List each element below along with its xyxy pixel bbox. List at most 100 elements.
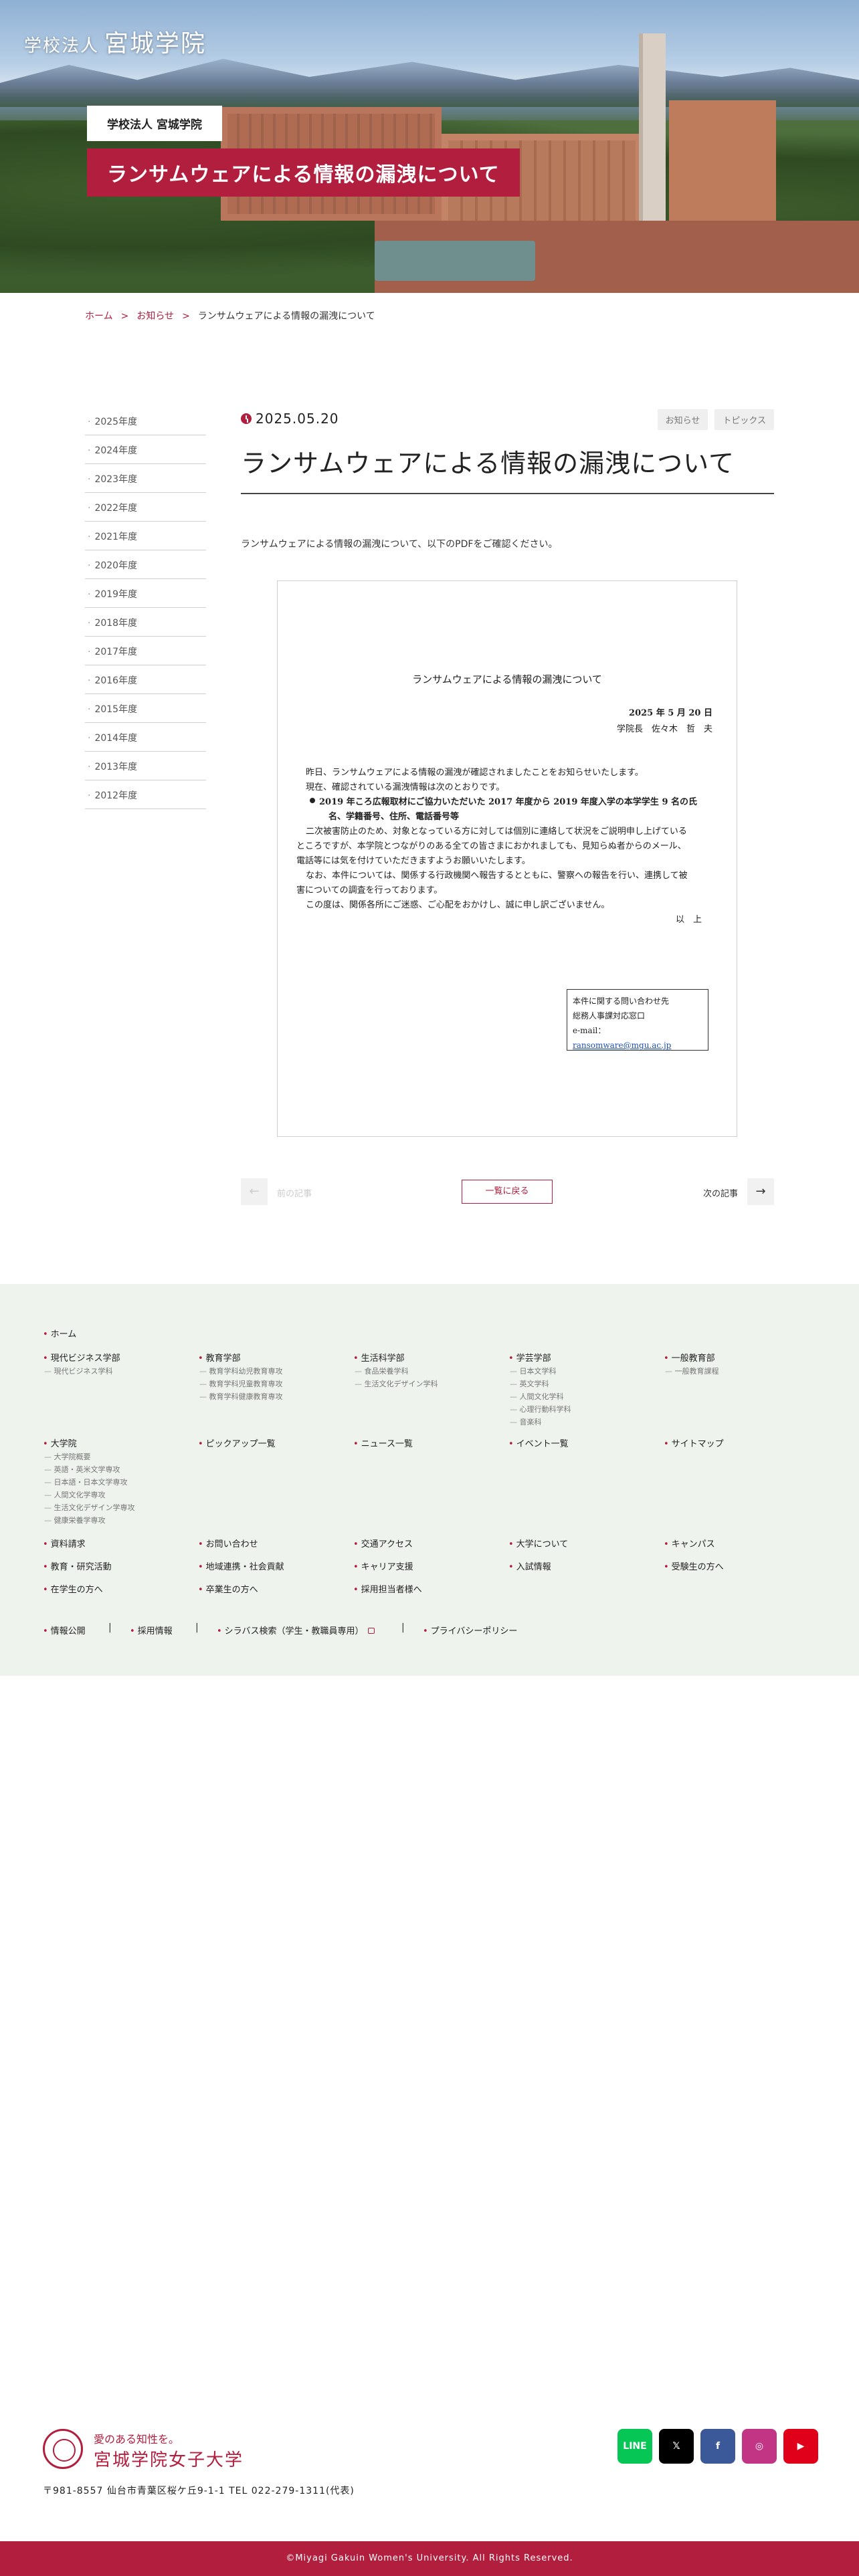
footer-link-liberal-arts[interactable]: 学芸学部 <box>508 1351 551 1364</box>
footer-link[interactable]: 大学について <box>508 1537 569 1549</box>
footer-sublink[interactable]: 大学院概要 <box>44 1451 91 1462</box>
document-paragraph: 現在、確認されている漏洩情報は次のとおりです。 <box>306 782 505 792</box>
footer-link[interactable]: 地域連携・社会貢献 <box>198 1560 284 1572</box>
footer-sublink[interactable]: 日本語・日本文学専攻 <box>44 1477 128 1487</box>
sidebar-year-item[interactable]: · 2018年度 <box>85 608 206 637</box>
footer-link-privacy[interactable]: プライバシーポリシー <box>423 1624 518 1636</box>
footer-link[interactable]: 入試情報 <box>508 1560 551 1572</box>
footer-link[interactable]: キャリア支援 <box>353 1560 413 1572</box>
document-paragraph: 電話等には気を付けていただきますようお願いいたします。 <box>296 856 531 866</box>
sidebar-year-label: 2020年度 <box>94 560 138 571</box>
footer-link-events[interactable]: イベント一覧 <box>508 1436 569 1449</box>
footer-link-syllabus-label: シラバス検索（学生・教職員専用） <box>224 1626 364 1636</box>
site-logo[interactable]: 学校法人 宮城学院 <box>24 24 206 59</box>
next-arrow-icon[interactable]: → <box>747 1178 774 1205</box>
sidebar-year-label: 2022年度 <box>94 503 138 514</box>
footer-link-life-science[interactable]: 生活科学部 <box>353 1351 405 1364</box>
footer-sublink[interactable]: 一般教育課程 <box>665 1366 719 1376</box>
footer-sublink[interactable]: 教育学科健康教育専攻 <box>199 1391 283 1402</box>
sidebar-year-label: 2014年度 <box>94 733 138 744</box>
footer-sublink[interactable]: 食品栄養学科 <box>355 1366 409 1376</box>
footer-link[interactable]: 資料請求 <box>43 1537 86 1549</box>
footer-link[interactable]: 交通アクセス <box>353 1537 413 1549</box>
sidebar-year-item[interactable]: · 2019年度 <box>85 579 206 608</box>
footer-link-general-ed[interactable]: 一般教育部 <box>664 1351 715 1364</box>
article-meta: 2025.05.20 お知らせ トピックス <box>241 407 774 433</box>
instagram-icon[interactable]: ◎ <box>742 2429 777 2464</box>
sidebar-year-item[interactable]: · 2013年度 <box>85 752 206 780</box>
footer-sublink[interactable]: 音楽科 <box>510 1416 542 1427</box>
footer-sublink[interactable]: 英文学科 <box>510 1378 549 1389</box>
footer-sublink[interactable]: 教育学科児童教育専攻 <box>199 1378 283 1389</box>
contact-email-link[interactable]: ransomware@mgu.ac.jp <box>573 1041 671 1050</box>
footer-link-business[interactable]: 現代ビジネス学部 <box>43 1351 120 1364</box>
footer-link[interactable]: 卒業生の方へ <box>198 1582 258 1595</box>
prev-arrow-icon[interactable]: ← <box>241 1178 268 1205</box>
footer-link-syllabus[interactable]: シラバス検索（学生・教職員専用） <box>217 1624 375 1636</box>
pdf-document-viewer[interactable]: ランサムウェアによる情報の漏洩について 2025 年 5 月 20 日 学院長 … <box>277 580 737 1137</box>
sidebar-year-item[interactable]: · 2014年度 <box>85 723 206 752</box>
youtube-icon[interactable]: ▶ <box>783 2429 818 2464</box>
footer-link-sitemap[interactable]: サイトマップ <box>664 1436 724 1449</box>
hero-building <box>669 100 776 234</box>
footer-sublink[interactable]: 英語・英米文学専攻 <box>44 1464 120 1475</box>
hero-tower <box>639 33 666 227</box>
breadcrumb-news[interactable]: お知らせ <box>136 311 174 322</box>
footer-sublink[interactable]: 健康栄養学専攻 <box>44 1515 106 1525</box>
footer-link-home[interactable]: ホーム <box>43 1327 77 1339</box>
footer-sublink[interactable]: 人間文化学専攻 <box>44 1489 106 1500</box>
footer-link-graduate[interactable]: 大学院 <box>43 1436 77 1449</box>
document-date: 2025 年 5 月 20 日 <box>629 708 712 718</box>
sidebar-year-label: 2019年度 <box>94 589 138 600</box>
contact-line: 本件に関する問い合わせ先 <box>573 996 670 1006</box>
footer-sublink[interactable]: 現代ビジネス学科 <box>44 1366 113 1376</box>
sidebar-year-item[interactable]: · 2016年度 <box>85 665 206 694</box>
footer-link-education[interactable]: 教育学部 <box>198 1351 241 1364</box>
footer-link-disclosure[interactable]: 情報公開 <box>43 1624 86 1636</box>
footer-sublink[interactable]: 人間文化学科 <box>510 1391 564 1402</box>
back-to-list-button[interactable]: 一覧に戻る <box>462 1180 553 1204</box>
footer-link-pickup[interactable]: ピックアップ一覧 <box>198 1436 276 1449</box>
sidebar-year-item[interactable]: · 2015年度 <box>85 694 206 723</box>
article-pagination: ← 前の記事 一覧に戻る 次の記事 → <box>241 1178 774 1205</box>
document-paragraph: 昨日、ランサムウェアによる情報の漏洩が確認されましたことをお知らせいたします。 <box>306 768 644 778</box>
footer-link[interactable]: 採用担当者様へ <box>353 1582 422 1595</box>
sidebar-year-item[interactable]: · 2023年度 <box>85 464 206 493</box>
hero-org-label: 学校法人 宮城学院 <box>87 106 222 141</box>
clock-icon <box>241 413 252 424</box>
sidebar-year-item[interactable]: · 2017年度 <box>85 637 206 665</box>
footer-link[interactable]: 受験生の方へ <box>664 1560 724 1572</box>
tag-badge[interactable]: お知らせ <box>657 409 708 430</box>
breadcrumb-home[interactable]: ホーム <box>85 311 113 322</box>
article-date-text: 2025.05.20 <box>256 411 339 427</box>
line-icon[interactable]: LINE <box>617 2429 652 2464</box>
next-article-link[interactable]: 次の記事 <box>703 1186 738 1199</box>
sidebar-year-item[interactable]: · 2024年度 <box>85 435 206 464</box>
hero-banner: 学校法人 宮城学院 学校法人 宮城学院 ランサムウェアによる情報の漏洩について <box>0 0 859 293</box>
footer-link-recruit[interactable]: 採用情報 <box>130 1624 173 1636</box>
sidebar-year-item[interactable]: · 2025年度 <box>85 407 206 435</box>
sidebar-year-label: 2024年度 <box>94 445 138 456</box>
prev-article-link[interactable]: 前の記事 <box>277 1186 312 1199</box>
footer-sublink[interactable]: 生活文化デザイン学科 <box>355 1378 438 1389</box>
document-paragraph: ところですが、本学院とつながりのある全ての皆さまにおかれましても、見知らぬ者から… <box>296 841 686 851</box>
footer-link[interactable]: 教育・研究活動 <box>43 1560 112 1572</box>
tag-badge[interactable]: トピックス <box>714 409 774 430</box>
sidebar-year-item[interactable]: · 2020年度 <box>85 550 206 579</box>
sidebar-year-item[interactable]: · 2012年度 <box>85 780 206 809</box>
footer-sublink[interactable]: 心理行動科学科 <box>510 1404 571 1414</box>
footer-link[interactable]: お問い合わせ <box>198 1537 258 1549</box>
footer-sublink[interactable]: 生活文化デザイン学専攻 <box>44 1502 135 1513</box>
footer-link[interactable]: キャンパス <box>664 1537 715 1549</box>
footer-link[interactable]: 在学生の方へ <box>43 1582 103 1595</box>
footer-link-news[interactable]: ニュース一覧 <box>353 1436 413 1449</box>
facebook-icon[interactable]: f <box>700 2429 735 2464</box>
footer-sublink[interactable]: 日本文学科 <box>510 1366 557 1376</box>
sidebar-year-item[interactable]: · 2021年度 <box>85 522 206 550</box>
x-icon[interactable]: 𝕏 <box>659 2429 694 2464</box>
footer-sublink[interactable]: 教育学科幼児教育専攻 <box>199 1366 283 1376</box>
university-tagline: 愛のある知性を。 <box>94 2433 180 2446</box>
sidebar-year-item[interactable]: · 2022年度 <box>85 493 206 522</box>
sidebar-year-label: 2012年度 <box>94 790 138 801</box>
document-paragraph: 害についての調査を行っております。 <box>296 885 443 895</box>
